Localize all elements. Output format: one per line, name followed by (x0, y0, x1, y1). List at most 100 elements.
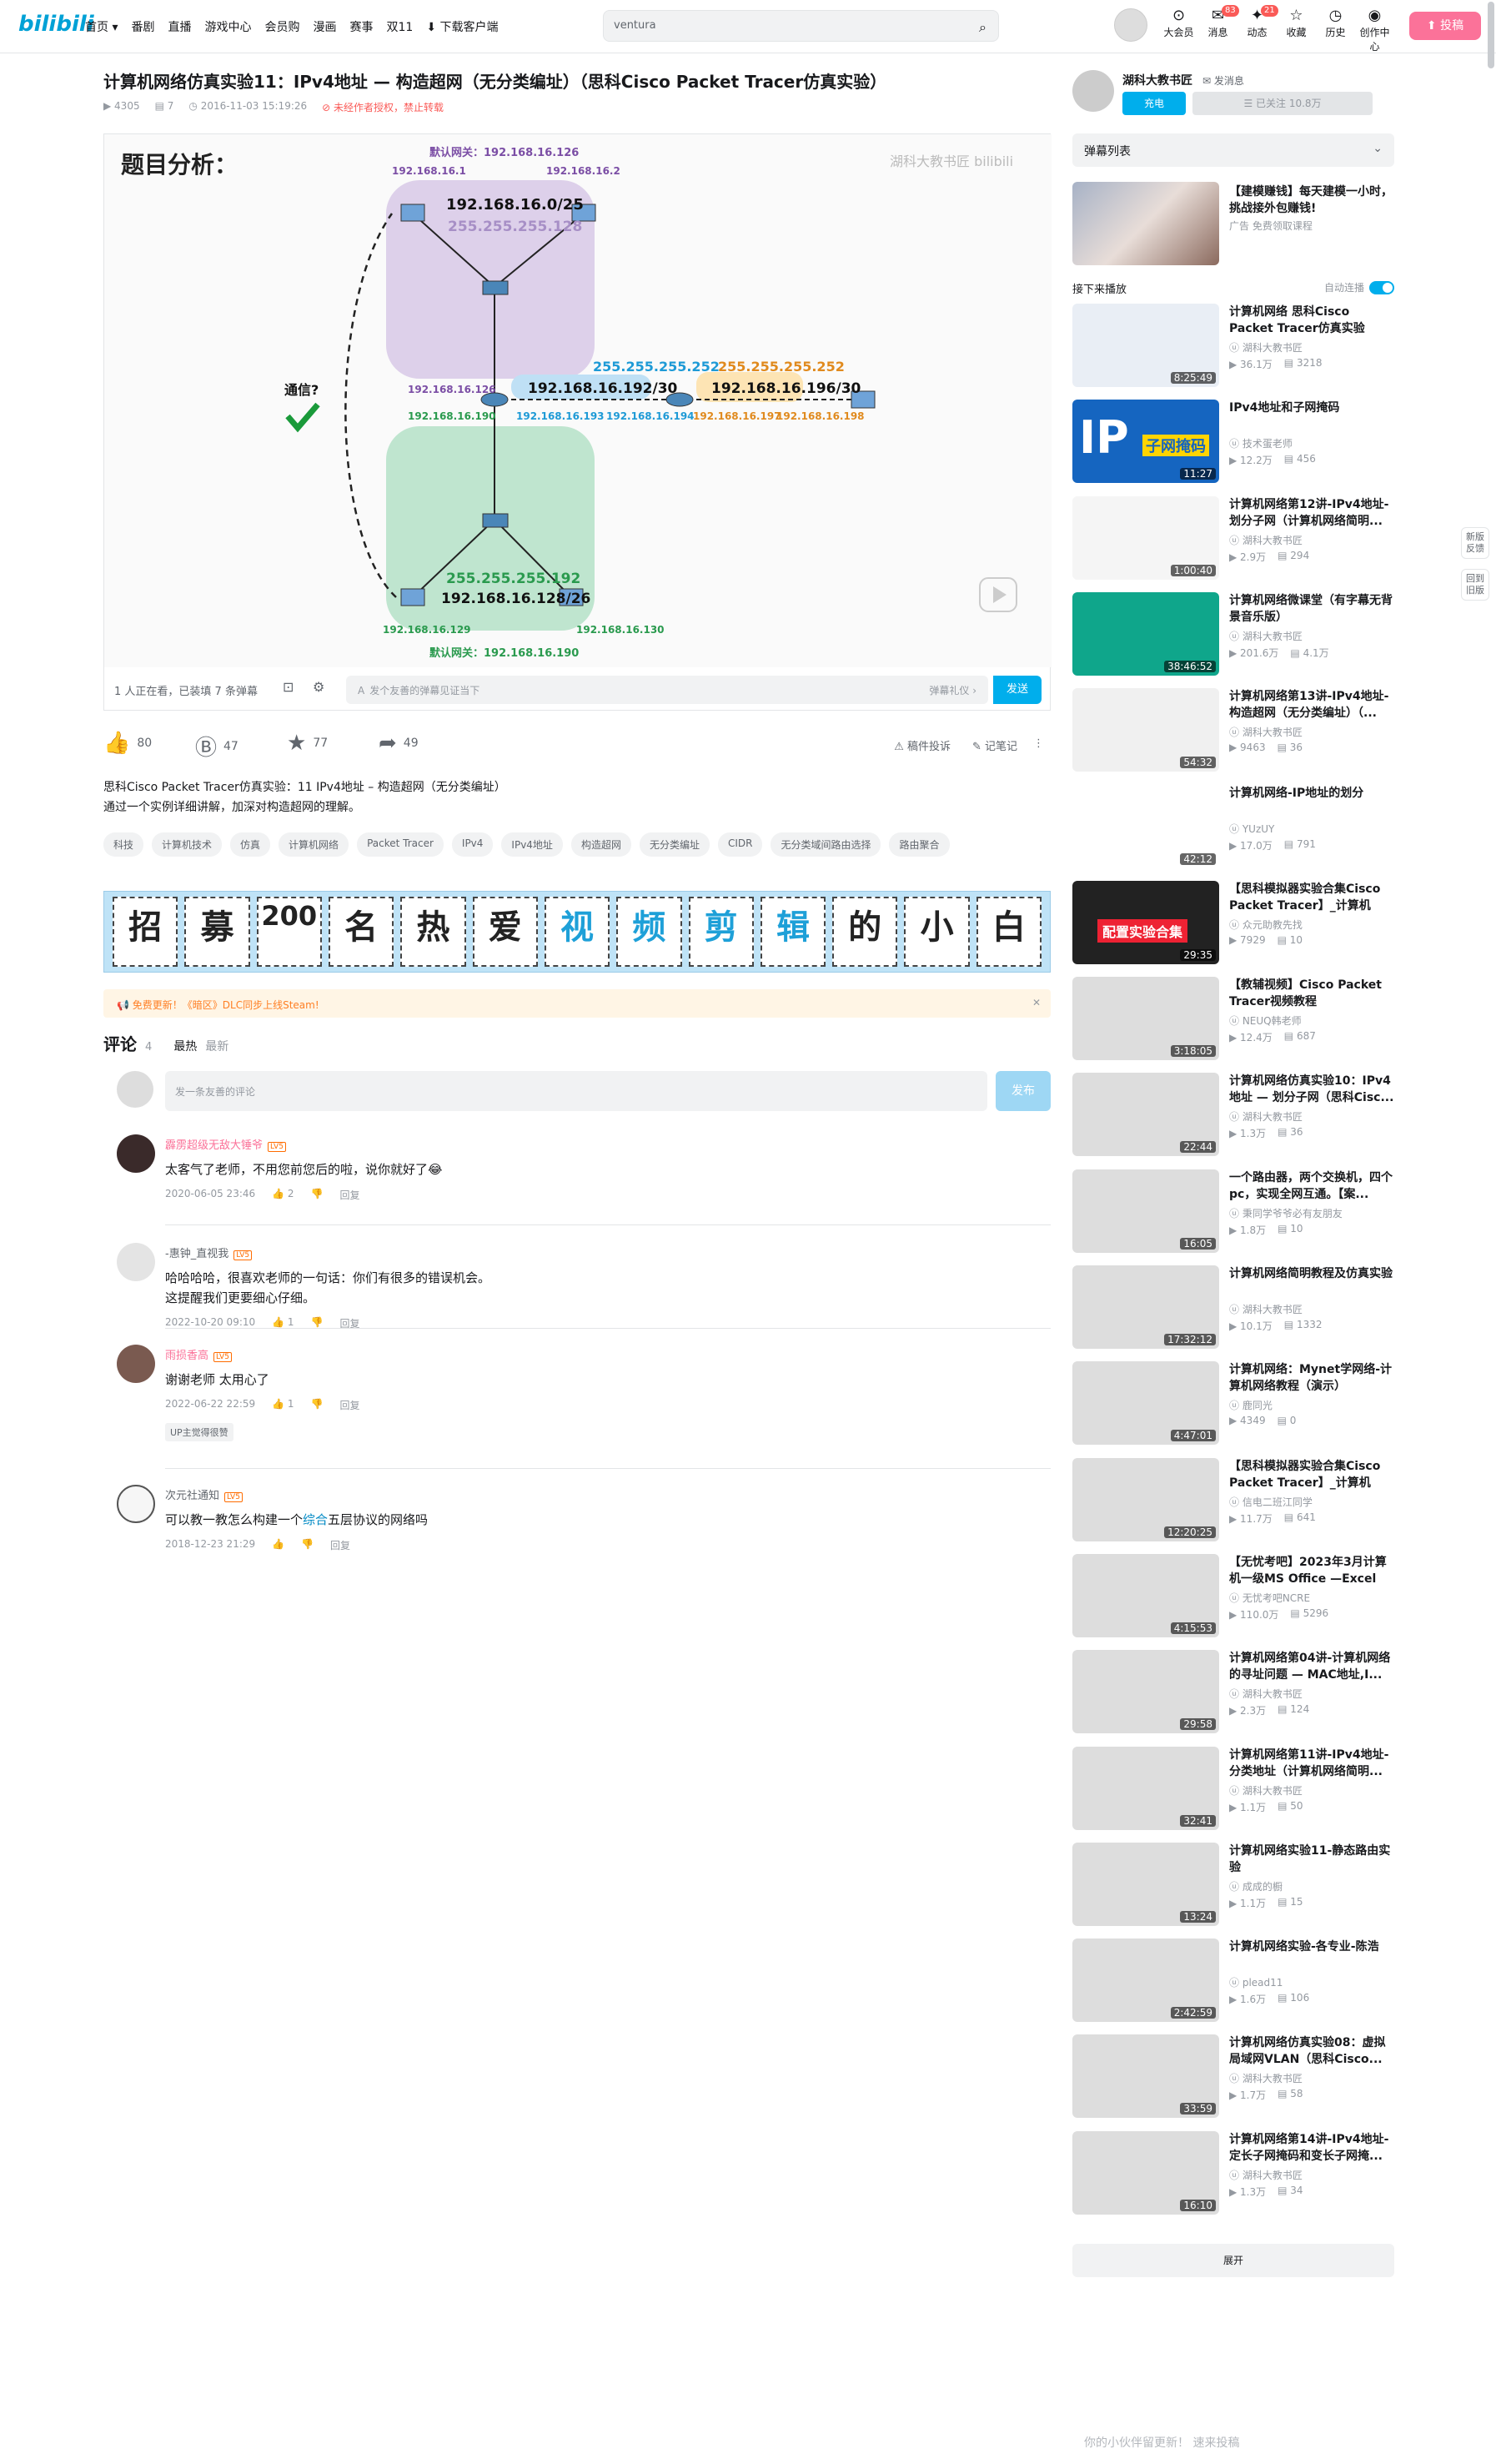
header-message-button[interactable]: ✉ 消息 83 (1198, 5, 1239, 53)
video-thumbnail[interactable]: 12:20:25 (1072, 1457, 1219, 1541)
video-author[interactable]: ⓤ 湖科大教书匠 (1229, 1783, 1303, 1798)
video-card[interactable]: IP 子网掩码 11:27 IPv4地址和子网掩码 ⓤ 技术蛋老师 ▶ 12.2万 ▤ 45… (1072, 400, 1394, 484)
comment-author[interactable]: 雨损香高 LV5 (165, 1346, 232, 1362)
nav-item[interactable]: 漫画 (313, 18, 336, 35)
video-author[interactable]: ⓤ 湖科大教书匠 (1229, 1109, 1303, 1124)
tag[interactable]: Packet Tracer (357, 832, 444, 857)
video-thumbnail[interactable]: 17:32:12 (1072, 1265, 1219, 1349)
feedback-float[interactable]: 新版反馈 (1461, 527, 1489, 559)
tag[interactable]: IPv4地址 (501, 832, 563, 857)
video-title[interactable]: 一个路由器，两个交换机，四个pc，实现全网互通。【案... (1229, 1169, 1394, 1203)
video-title[interactable]: 【无忧考吧】2023年3月计算机一级MS Office —Excel真... (1229, 1554, 1394, 1587)
video-thumbnail[interactable]: 38:46:52 (1072, 591, 1219, 676)
nav-item[interactable]: 赛事 (349, 18, 373, 35)
video-thumbnail[interactable]: 29:58 (1072, 1650, 1219, 1734)
video-thumbnail[interactable]: 3:18:05 (1072, 977, 1219, 1061)
video-author[interactable]: ⓤ 鹿同光 (1229, 1398, 1273, 1412)
dislike-icon[interactable]: 👎 (311, 1188, 324, 1202)
video-author[interactable]: ⓤ plead11 (1229, 1975, 1283, 1989)
video-card[interactable]: 2:42:59 计算机网络实验-各专业-陈浩 ⓤ plead11 ▶ 1.6万 ▤ 10… (1072, 1939, 1394, 2023)
danmaku-input[interactable]: A 发个友善的弹幕见证当下 弹幕礼仪 › (346, 676, 988, 704)
tag[interactable]: 构造超网 (570, 832, 631, 857)
comment-author[interactable]: 次元社通知 LV5 (165, 1486, 243, 1502)
video-title[interactable]: 【思科模拟器实验合集Cisco Packet Tracer】_计算机网... (1229, 1458, 1394, 1491)
video-author[interactable]: ⓤ NEUQ韩老师 (1229, 1013, 1302, 1028)
video-author[interactable]: ⓤ 无忧考吧NCRE (1229, 1591, 1310, 1605)
video-thumbnail[interactable]: 22:44 (1072, 1073, 1219, 1157)
favorite-button[interactable]: ★ 77 (287, 731, 328, 756)
video-thumbnail[interactable]: 16:05 (1072, 1169, 1219, 1253)
comment-author[interactable]: -惠钟_直视我 LV5 (165, 1245, 253, 1260)
coin-button[interactable]: Ⓑ 47 (195, 731, 238, 762)
reply-button[interactable]: 回复 (340, 1398, 360, 1412)
share-button[interactable]: ➦ 49 (379, 731, 419, 756)
video-thumbnail[interactable]: IP 子网掩码 11:27 (1072, 400, 1219, 484)
more-icon[interactable]: ⋮ (1033, 737, 1044, 750)
notice-bar[interactable]: 📢 免费更新！《暗区》DLC同步上线Steam! ✕ (103, 989, 1051, 1018)
video-card[interactable]: 3:18:05 【教辅视频】Cisco Packet Tracer视频教程 ⓤ NE… (1072, 977, 1394, 1061)
header-dynamic-button[interactable]: ✦ 动态 21 (1237, 5, 1278, 53)
video-title[interactable]: 【思科模拟器实验合集Cisco Packet Tracer】_计算机网... (1229, 881, 1394, 914)
video-author[interactable]: ⓤ 湖科大教书匠 (1229, 340, 1303, 355)
video-author[interactable]: ⓤ 湖科大教书匠 (1229, 1687, 1303, 1701)
search-bar[interactable]: ventura ⌕ (603, 10, 999, 42)
video-title[interactable]: 【教辅视频】Cisco Packet Tracer视频教程 (1229, 977, 1394, 1010)
tag[interactable]: IPv4 (451, 832, 494, 857)
expand-more-button[interactable]: 展开 (1072, 2244, 1394, 2277)
video-author[interactable]: ⓤ 湖科大教书匠 (1229, 2071, 1303, 2085)
header-creator-button[interactable]: ◉ 创作中心 (1355, 7, 1394, 53)
video-thumbnail[interactable]: 42:12 (1072, 784, 1219, 868)
report-link[interactable]: ⚠ 稿件投诉 (894, 737, 951, 753)
danmaku-etiquette-link[interactable]: 弹幕礼仪 › (929, 683, 976, 697)
like-button[interactable]: 👍 80 (103, 731, 152, 756)
video-title[interactable]: 计算机网络：Mynet学网络-计算机网络教程（演示） (1229, 1361, 1394, 1395)
video-title[interactable]: IPv4地址和子网掩码 (1229, 400, 1394, 416)
video-thumbnail[interactable]: 8:25:49 (1072, 304, 1219, 387)
video-thumbnail[interactable]: 33:59 (1072, 2034, 1219, 2119)
video-title[interactable]: 计算机网络第14讲-IPv4地址-定长子网掩码和变长子网掩... (1229, 2131, 1394, 2165)
video-thumbnail[interactable]: 4:15:53 (1072, 1553, 1219, 1637)
video-title[interactable]: 计算机网络第04讲-计算机网络的寻址问题 — MAC地址,I... (1229, 1650, 1394, 1683)
close-icon[interactable]: ✕ (1032, 997, 1041, 1008)
tag[interactable]: CIDR (717, 832, 763, 857)
video-author[interactable]: ⓤ 秉同学爷爷必有友朋友 (1229, 1206, 1343, 1220)
avatar[interactable] (117, 1485, 155, 1523)
video-card[interactable]: 1:00:40 计算机网络第12讲-IPv4地址-划分子网（计算机网络简明... ⓤ… (1072, 495, 1394, 580)
video-author[interactable]: ⓤ 技术蛋老师 (1229, 436, 1293, 450)
video-title[interactable]: 计算机网络 思科Cisco Packet Tracer仿真实验 (1229, 304, 1394, 337)
video-thumbnail[interactable]: 4:47:01 (1072, 1361, 1219, 1446)
video-card[interactable]: 29:58 计算机网络第04讲-计算机网络的寻址问题 — MAC地址,I... ⓤ … (1072, 1650, 1394, 1734)
nav-item[interactable]: 双11 (386, 18, 413, 35)
note-link[interactable]: ✎ 记笔记 (972, 737, 1017, 753)
video-card[interactable]: 13:24 计算机网络实验11-静态路由实验 ⓤ 成成的橱 ▶ 1.1万 ▤ 15 (1072, 1842, 1394, 1926)
reply-button[interactable]: 回复 (330, 1538, 350, 1552)
tag[interactable]: 无分类编址 (639, 832, 710, 857)
like-button[interactable]: 👍 2 (272, 1188, 294, 1202)
header-vip-button[interactable]: ⊙ 大会员 (1159, 7, 1198, 53)
video-card[interactable]: 42:12 计算机网络-IP地址的划分 ⓤ YUzUY ▶ 17.0万 ▤ 791 (1072, 784, 1394, 868)
search-icon[interactable]: ⌕ (979, 19, 986, 36)
video-author[interactable]: ⓤ 湖科大教书匠 (1229, 533, 1303, 547)
video-title[interactable]: 计算机网络仿真实验10：IPv4地址 — 划分子网（思科Cisc... (1229, 1073, 1394, 1106)
video-card[interactable]: 16:10 计算机网络第14讲-IPv4地址-定长子网掩码和变长子网掩... ⓤ 湖… (1072, 2130, 1394, 2215)
sort-new[interactable]: 最新 (205, 1038, 228, 1054)
video-card[interactable]: 8:25:49 计算机网络 思科Cisco Packet Tracer仿真实验 ⓤ … (1072, 304, 1394, 387)
video-thumbnail[interactable]: 2:42:59 (1072, 1939, 1219, 2023)
video-title[interactable]: 计算机网络微课堂（有字幕无背景音乐版） (1229, 592, 1394, 626)
video-author[interactable]: ⓤ 湖科大教书匠 (1229, 629, 1303, 643)
video-title[interactable]: 计算机网络第12讲-IPv4地址-划分子网（计算机网络简明... (1229, 496, 1394, 530)
video-card[interactable]: 32:41 计算机网络第11讲-IPv4地址-分类地址（计算机网络简明... ⓤ 湖… (1072, 1746, 1394, 1830)
ad-card[interactable]: 【建模赚钱】每天建模一小时，挑战接外包赚钱! 广告 免费领取课程 (1072, 182, 1394, 265)
nav-item[interactable]: 游戏中心 (204, 18, 251, 35)
publish-button[interactable]: 发布 (996, 1071, 1051, 1111)
avatar[interactable] (1072, 70, 1114, 112)
danmaku-toggle-icon[interactable]: ⊡ (283, 679, 294, 695)
nav-item[interactable]: 会员购 (264, 18, 299, 35)
follow-button[interactable]: ☰ 已关注 10.8万 (1192, 92, 1373, 115)
like-button[interactable]: 👍 1 (272, 1398, 294, 1412)
nav-item[interactable]: ⬇ 下载客户端 (426, 18, 498, 35)
dislike-icon[interactable]: 👎 (301, 1538, 314, 1552)
avatar[interactable] (117, 1345, 155, 1383)
video-card[interactable]: 配置实验合集 29:35 【思科模拟器实验合集Cisco Packet Tracer… (1072, 880, 1394, 964)
video-card[interactable]: 4:15:53 【无忧考吧】2023年3月计算机一级MS Office —Exce… (1072, 1553, 1394, 1637)
